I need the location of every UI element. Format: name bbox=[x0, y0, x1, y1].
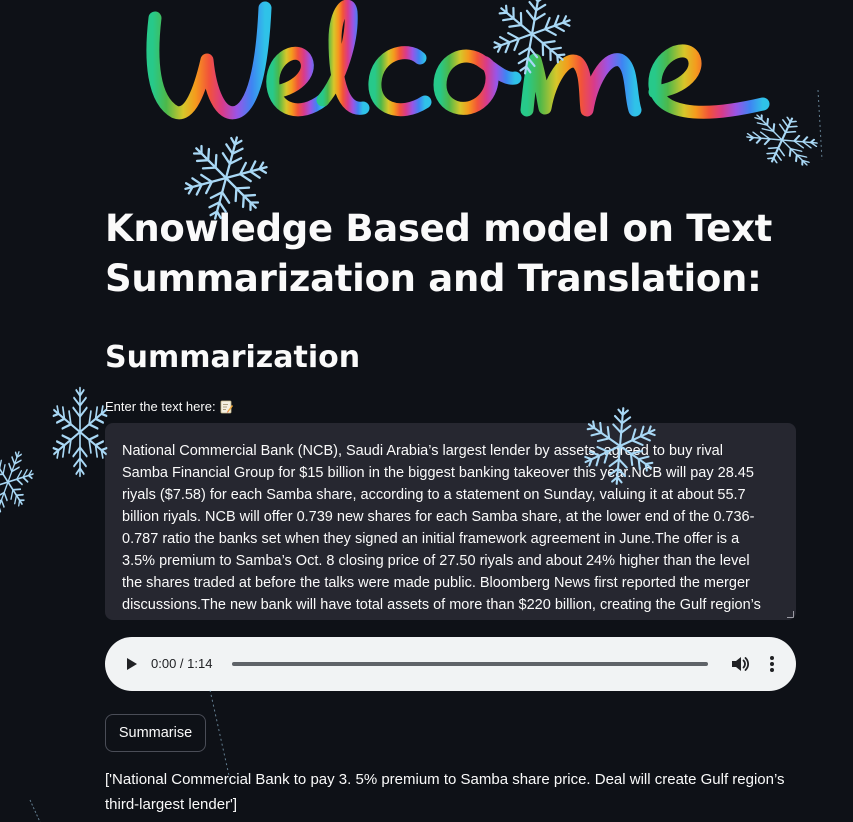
input-label: Enter the text here: bbox=[105, 398, 233, 416]
volume-icon[interactable] bbox=[730, 654, 750, 674]
snowflake-icon bbox=[0, 444, 41, 520]
audio-time: 0:00 / 1:14 bbox=[151, 656, 213, 671]
text-input-value[interactable]: National Commercial Bank (NCB), Saudi Ar… bbox=[105, 423, 796, 620]
app-page: Knowledge Based model on Text Summarizat… bbox=[0, 0, 853, 822]
section-title-summarization: Summarization bbox=[105, 340, 361, 375]
audio-player[interactable]: 0:00 / 1:14 bbox=[105, 637, 796, 691]
resize-handle-icon[interactable] bbox=[787, 611, 794, 618]
play-icon[interactable] bbox=[123, 656, 139, 672]
text-input-area[interactable]: National Commercial Bank (NCB), Saudi Ar… bbox=[105, 423, 796, 620]
memo-icon bbox=[220, 400, 233, 414]
summary-result: ['National Commercial Bank to pay 3. 5% … bbox=[105, 771, 785, 813]
page-title: Knowledge Based model on Text Summarizat… bbox=[105, 207, 773, 300]
audio-progress-bar[interactable] bbox=[232, 662, 708, 666]
more-vertical-icon[interactable] bbox=[765, 654, 779, 674]
summarise-button[interactable]: Summarise bbox=[105, 714, 206, 752]
input-label-text: Enter the text here: bbox=[105, 399, 216, 414]
snowflake-icon bbox=[51, 388, 110, 476]
welcome-banner bbox=[146, 0, 770, 120]
